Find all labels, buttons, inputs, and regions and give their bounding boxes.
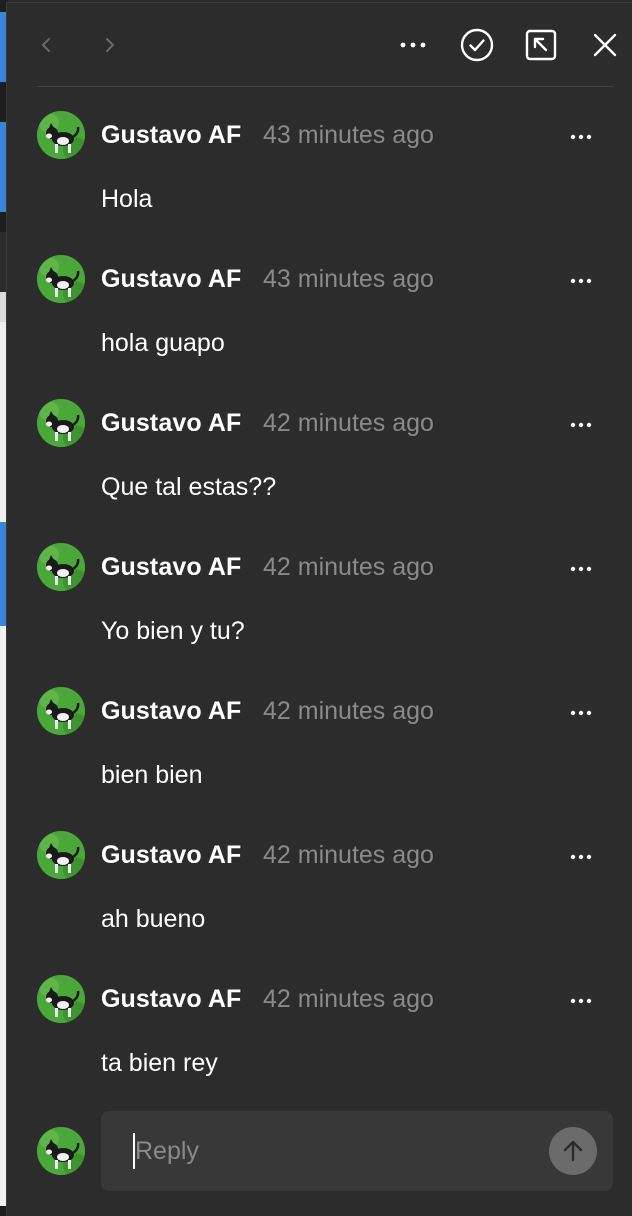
avatar[interactable] [37, 111, 85, 159]
avatar[interactable] [37, 1127, 85, 1175]
reply-box [101, 1111, 613, 1191]
avatar[interactable] [37, 831, 85, 879]
comment-timestamp: 43 minutes ago [263, 265, 434, 293]
more-horizontal-icon [570, 278, 592, 284]
close-button[interactable] [585, 25, 625, 65]
avatar[interactable] [37, 255, 85, 303]
comment-author: Gustavo AF [101, 985, 242, 1013]
avatar[interactable] [37, 687, 85, 735]
comment-list: Gustavo AF 43 minutes ago Hola Gustavo A… [7, 87, 632, 1095]
thread-toolbar [37, 3, 617, 87]
arrow-up-icon [563, 1140, 583, 1162]
comment-more-button[interactable] [561, 981, 601, 1021]
comment-author: Gustavo AF [101, 121, 242, 149]
comment-item: Gustavo AF 42 minutes ago ah bueno [7, 807, 632, 951]
comment-text: bien bien [101, 761, 203, 789]
chevron-left-icon [42, 38, 50, 52]
send-reply-button[interactable] [549, 1127, 597, 1175]
dog-avatar-image [37, 543, 85, 591]
comment-item: Gustavo AF 43 minutes ago Hola [7, 87, 632, 231]
dog-avatar-image [37, 831, 85, 879]
more-horizontal-icon [570, 566, 592, 572]
comment-author: Gustavo AF [101, 841, 242, 869]
comment-item: Gustavo AF 43 minutes ago hola guapo [7, 231, 632, 375]
comment-item: Gustavo AF 42 minutes ago bien bien [7, 663, 632, 807]
comment-author: Gustavo AF [101, 265, 242, 293]
comment-text: ah bueno [101, 905, 206, 933]
comment-timestamp: 42 minutes ago [263, 553, 434, 581]
comment-more-button[interactable] [561, 693, 601, 733]
comment-more-button[interactable] [561, 405, 601, 445]
comment-author: Gustavo AF [101, 697, 242, 725]
resolve-button[interactable] [457, 25, 497, 65]
comment-more-button[interactable] [561, 549, 601, 589]
comment-timestamp: 42 minutes ago [263, 841, 434, 869]
more-horizontal-icon [570, 854, 592, 860]
more-horizontal-icon [570, 998, 592, 1004]
resolve-check-icon [460, 28, 494, 62]
dog-avatar-image [37, 399, 85, 447]
comment-more-button[interactable] [561, 117, 601, 157]
dog-avatar-image [37, 687, 85, 735]
comment-timestamp: 42 minutes ago [263, 409, 434, 437]
more-horizontal-icon [400, 42, 426, 48]
comment-more-button[interactable] [561, 261, 601, 301]
comment-timestamp: 42 minutes ago [263, 697, 434, 725]
previous-thread-button[interactable] [27, 25, 67, 65]
avatar[interactable] [37, 399, 85, 447]
close-icon [593, 33, 617, 57]
dog-avatar-image [37, 975, 85, 1023]
comment-text: Que tal estas?? [101, 473, 277, 501]
comment-text: hola guapo [101, 329, 225, 357]
comment-text: ta bien rey [101, 1049, 218, 1077]
comment-author: Gustavo AF [101, 553, 242, 581]
more-horizontal-icon [570, 134, 592, 140]
comment-item: Gustavo AF 42 minutes ago Que tal estas?… [7, 375, 632, 519]
comment-timestamp: 43 minutes ago [263, 121, 434, 149]
dog-avatar-image [37, 255, 85, 303]
more-horizontal-icon [570, 422, 592, 428]
open-in-canvas-button[interactable] [521, 25, 561, 65]
avatar[interactable] [37, 975, 85, 1023]
comment-text: Hola [101, 185, 153, 213]
comment-item: Gustavo AF 42 minutes ago Yo bien y tu? [7, 519, 632, 663]
chevron-right-icon [106, 38, 114, 52]
comment-more-button[interactable] [561, 837, 601, 877]
reply-composer [7, 1109, 632, 1193]
dog-avatar-image [37, 111, 85, 159]
reply-input[interactable] [133, 1133, 533, 1169]
comment-item: Gustavo AF 42 minutes ago ta bien rey [7, 951, 632, 1095]
comment-thread-panel: Gustavo AF 43 minutes ago Hola Gustavo A… [6, 2, 632, 1216]
comment-author: Gustavo AF [101, 409, 242, 437]
dog-avatar-image [37, 1127, 85, 1175]
next-thread-button[interactable] [89, 25, 129, 65]
avatar[interactable] [37, 543, 85, 591]
comment-timestamp: 42 minutes ago [263, 985, 434, 1013]
comment-text: Yo bien y tu? [101, 617, 245, 645]
more-horizontal-icon [570, 710, 592, 716]
open-external-icon [525, 29, 557, 61]
thread-more-button[interactable] [393, 25, 433, 65]
